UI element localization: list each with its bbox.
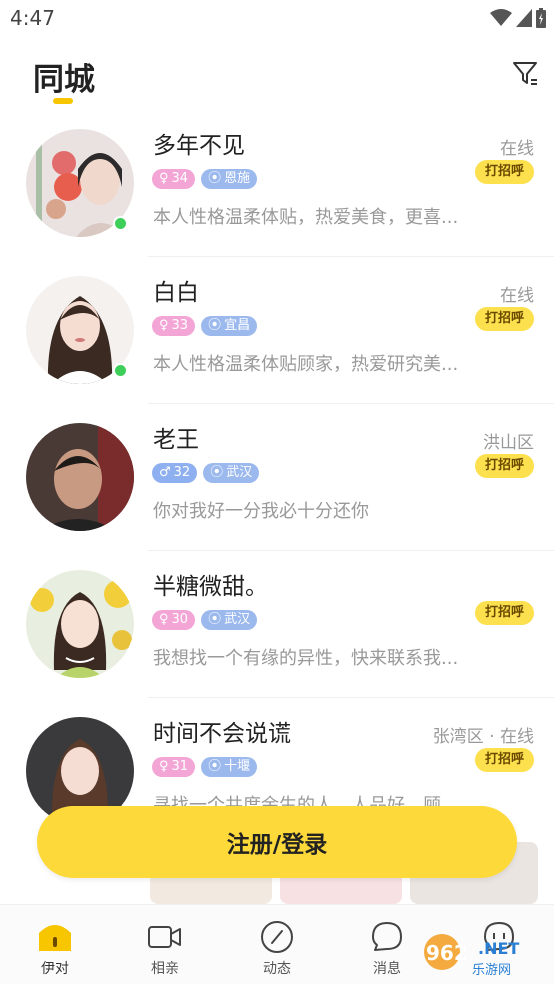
female-icon: ♀ (159, 318, 169, 333)
male-icon: ♂ (159, 465, 171, 480)
location-icon: ⦿ (208, 612, 222, 627)
age-value: 31 (171, 759, 189, 774)
city-value: 武汉 (224, 612, 251, 627)
user-bio: 本人性格温柔体贴，热爱美食，更喜... (153, 207, 459, 228)
nav-label: 动态 (263, 961, 291, 977)
signal-icon (516, 9, 532, 27)
city-value: 恩施 (224, 171, 251, 186)
wifi-icon (490, 9, 512, 26)
battery-icon (536, 8, 546, 28)
user-name: 时间不会说谎 (153, 721, 291, 747)
city-tag: ⦿ 武汉 (201, 610, 258, 630)
watermark-logo: 962 .NET 乐游网 (424, 934, 519, 978)
greet-button[interactable]: 打招呼 (474, 601, 534, 625)
location-icon: ⦿ (208, 759, 222, 774)
nav-label: 伊对 (41, 961, 69, 977)
title-underline (53, 98, 73, 104)
age-value: 34 (171, 171, 189, 186)
list-item[interactable]: 半糖微甜。 打招呼 ♀ 30 ⦿ 武汉 我想找一个有缘的异性，快来联系我... (0, 551, 554, 698)
user-status: 在线 (500, 139, 534, 159)
user-name: 半糖微甜。 (153, 574, 268, 600)
nav-item-yidui[interactable]: 伊对 (0, 905, 110, 984)
city-value: 十堰 (224, 759, 251, 774)
avatar[interactable] (26, 570, 134, 678)
age-tag: ♀ 34 (152, 169, 196, 189)
greet-button[interactable]: 打招呼 (474, 748, 534, 772)
avatar[interactable] (26, 423, 134, 531)
female-icon: ♀ (159, 612, 169, 627)
online-indicator (113, 216, 128, 231)
tags: ♂ 32 ⦿ 武汉 (152, 463, 260, 483)
location-icon: ⦿ (208, 318, 222, 333)
city-tag: ⦿ 宜昌 (201, 316, 258, 336)
filter-icon[interactable] (510, 58, 540, 88)
nav-label: 相亲 (151, 961, 179, 977)
list-item[interactable]: 老王 洪山区 打招呼 ♂ 32 ⦿ 武汉 你对我好一分我必十分还你 (0, 404, 554, 551)
tags: ♀ 34 ⦿ 恩施 (152, 169, 258, 189)
greet-button[interactable]: 打招呼 (474, 454, 534, 478)
message-icon (372, 922, 402, 951)
greet-button[interactable]: 打招呼 (474, 160, 534, 184)
svg-text:962: 962 (426, 941, 468, 965)
list-item[interactable]: 白白 在线 打招呼 ♀ 33 ⦿ 宜昌 本人性格温柔体贴顾家，热爱研究美... (0, 257, 554, 404)
video-icon (148, 926, 181, 948)
user-status: 张湾区 · 在线 (432, 727, 534, 747)
city-tag: ⦿ 十堰 (201, 757, 258, 777)
age-value: 33 (171, 318, 189, 333)
tags: ♀ 31 ⦿ 十堰 (152, 757, 258, 777)
register-login-button[interactable]: 注册/登录 (37, 806, 517, 878)
user-list: 多年不见 在线 打招呼 ♀ 34 ⦿ 恩施 本人性格温柔体贴，热爱美食，更喜... … (0, 110, 554, 845)
nav-item-dongtai[interactable]: 动态 (222, 905, 332, 984)
female-icon: ♀ (159, 171, 169, 186)
age-tag: ♀ 31 (152, 757, 196, 777)
user-status: 洪山区 (483, 433, 534, 453)
svg-text:乐游网: 乐游网 (472, 963, 511, 978)
header: 同城 (0, 44, 554, 110)
greet-button[interactable]: 打招呼 (474, 307, 534, 331)
female-icon: ♀ (159, 759, 169, 774)
city-value: 武汉 (226, 465, 253, 480)
tags: ♀ 33 ⦿ 宜昌 (152, 316, 258, 336)
tags: ♀ 30 ⦿ 武汉 (152, 610, 258, 630)
user-bio: 本人性格温柔体贴顾家，热爱研究美... (153, 354, 459, 375)
user-bio: 我想找一个有缘的异性，快来联系我... (153, 648, 459, 669)
status-bar: 4:47 (0, 0, 554, 36)
age-tag: ♂ 32 (152, 463, 198, 483)
user-name: 老王 (153, 427, 199, 453)
age-tag: ♀ 30 (152, 610, 196, 630)
age-tag: ♀ 33 (152, 316, 196, 336)
status-time: 4:47 (10, 6, 55, 30)
svg-text:.NET: .NET (478, 939, 519, 958)
status-icons (490, 8, 546, 28)
city-tag: ⦿ 武汉 (203, 463, 260, 483)
city-tag: ⦿ 恩施 (201, 169, 258, 189)
age-value: 32 (173, 465, 191, 480)
user-bio: 你对我好一分我必十分还你 (153, 501, 369, 522)
location-icon: ⦿ (210, 465, 224, 480)
list-item[interactable]: 多年不见 在线 打招呼 ♀ 34 ⦿ 恩施 本人性格温柔体贴，热爱美食，更喜... (0, 110, 554, 257)
user-name: 白白 (153, 280, 199, 306)
age-value: 30 (171, 612, 189, 627)
home-icon (39, 925, 71, 951)
compass-icon (261, 921, 293, 953)
city-value: 宜昌 (224, 318, 251, 333)
user-status: 在线 (500, 286, 534, 306)
online-indicator (113, 363, 128, 378)
location-icon: ⦿ (208, 171, 222, 186)
page-title: 同城 (33, 62, 95, 98)
user-name: 多年不见 (153, 133, 245, 159)
nav-item-xiangqin[interactable]: 相亲 (110, 905, 220, 984)
